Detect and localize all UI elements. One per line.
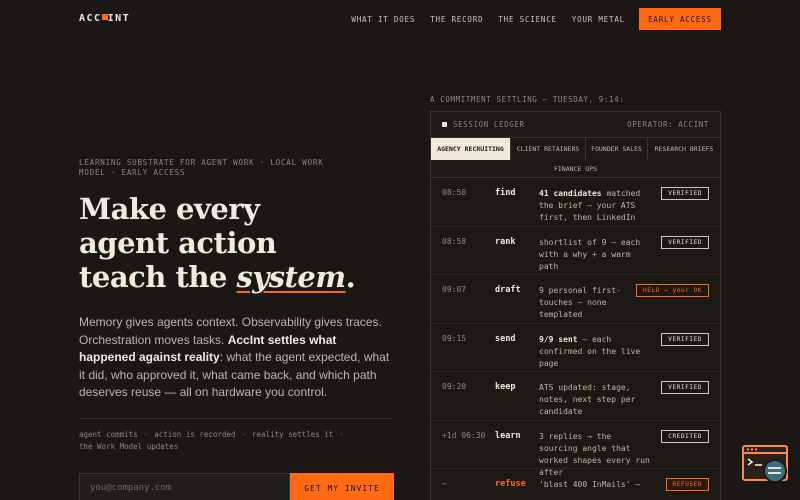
flow-step: action is recorded: [154, 430, 236, 439]
ledger-row: 09:15 send 9/9 sent — each confirmed on …: [431, 324, 720, 372]
get-invite-button[interactable]: GET MY INVITE: [290, 473, 394, 500]
status-badge: REFUSED: [665, 478, 709, 491]
ledger-title: SESSION LEDGER: [453, 120, 525, 129]
status-badge: VERIFIED: [661, 332, 709, 346]
row-time: 08:58: [442, 236, 467, 246]
top-nav: ACC INT WHAT IT DOES THE RECORD THE SCIEN…: [0, 0, 800, 40]
status-badge: CREDITED: [661, 429, 709, 443]
status-badge: VERIFIED: [661, 235, 709, 249]
ledger-row: — refuse 'blast 400 InMails' — REFUSED: [431, 469, 720, 500]
tab-research-briefs[interactable]: RESEARCH BRIEFS: [648, 138, 720, 160]
tab-finance-ops[interactable]: FINANCE OPS: [431, 160, 720, 177]
tab-founder-sales[interactable]: FOUNDER SALES: [586, 138, 648, 160]
row-time: —: [442, 479, 447, 488]
row-verb: refuse: [495, 479, 526, 489]
ledger-caption: A COMMITMENT SETTLING — TUESDAY, 9:14:: [430, 95, 625, 104]
row-verb: draft: [495, 285, 521, 295]
flow-step: agent commits: [79, 430, 138, 439]
status-badge[interactable]: HELD → your OK: [636, 284, 709, 297]
ledger-operator: OPERATOR: ACCINT: [627, 120, 709, 129]
status-badge: VERIFIED: [661, 187, 709, 200]
ledger-header: SESSION LEDGER OPERATOR: ACCINT: [431, 112, 720, 138]
row-verb: rank: [495, 236, 516, 247]
row-time: 09:07: [442, 285, 467, 294]
headline-emphasis: system: [236, 260, 347, 294]
row-verb: find: [495, 188, 516, 198]
logo[interactable]: ACC INT: [79, 13, 130, 24]
tab-agency-recruiting[interactable]: AGENCY RECRUITING: [431, 138, 511, 160]
nav-link-your-metal[interactable]: YOUR METAL: [572, 15, 625, 24]
row-desc: ATS updated: stage, notes, next step per…: [539, 383, 636, 416]
ledger-tabs: AGENCY RECRUITING CLIENT RETAINERS FOUND…: [431, 138, 720, 178]
hero-divider: [79, 418, 393, 419]
email-field[interactable]: [79, 473, 290, 500]
early-access-button[interactable]: EARLY ACCESS: [639, 8, 721, 30]
row-desc: 41 candidates matched the brief — your A…: [539, 189, 641, 222]
row-time: 09:15: [442, 333, 467, 343]
ledger-row: +1d 06:30 learn 3 replies → the sourcing…: [431, 421, 720, 477]
support-chat-icon[interactable]: [742, 444, 792, 486]
hero-headline: Make every agent action teach the system…: [79, 192, 356, 294]
square-icon: [442, 122, 447, 127]
row-verb: learn: [495, 430, 521, 441]
ledger-row: 08:50 find 41 candidates matched the bri…: [431, 178, 720, 227]
nav-link-the-record[interactable]: THE RECORD: [430, 15, 483, 24]
status-badge: VERIFIED: [661, 381, 709, 394]
ledger-row: 09:20 keep ATS updated: stage, notes, ne…: [431, 372, 720, 421]
row-time: 08:50: [442, 188, 467, 197]
row-desc: 'blast 400 InMails' —: [539, 480, 641, 489]
hero-eyebrow: LEARNING SUBSTRATE FOR AGENT WORK · LOCA…: [79, 158, 324, 177]
flow-step: reality settles it: [252, 430, 334, 439]
row-time: 09:20: [442, 382, 467, 391]
row-verb: send: [495, 333, 516, 344]
nav-link-the-science[interactable]: THE SCIENCE: [498, 15, 556, 24]
session-ledger: SESSION LEDGER OPERATOR: ACCINT AGENCY R…: [430, 111, 721, 500]
process-flow: agent commits · action is recorded · reality…: [79, 430, 344, 451]
ledger-row: 08:58 rank shortlist of 9 — each with a …: [431, 227, 720, 275]
row-desc: 9/9 sent — each confirmed on the live pa…: [539, 334, 641, 368]
hero-body: Memory gives agents context. Observabili…: [79, 315, 390, 399]
ledger-row: 09:07 draft 9 personal first-touches — n…: [431, 275, 720, 324]
row-desc: 9 personal first-touches — none template…: [539, 286, 621, 319]
nav-links: WHAT IT DOES THE RECORD THE SCIENCE YOUR…: [351, 15, 625, 24]
row-verb: keep: [495, 382, 516, 392]
nav-link-what-it-does[interactable]: WHAT IT DOES: [351, 15, 415, 24]
tab-client-retainers[interactable]: CLIENT RETAINERS: [511, 138, 586, 160]
row-desc: shortlist of 9 — each with a why + a war…: [539, 237, 641, 271]
row-time: +1d 06:30: [442, 430, 486, 440]
flow-step: the Work Model updates: [79, 442, 179, 451]
